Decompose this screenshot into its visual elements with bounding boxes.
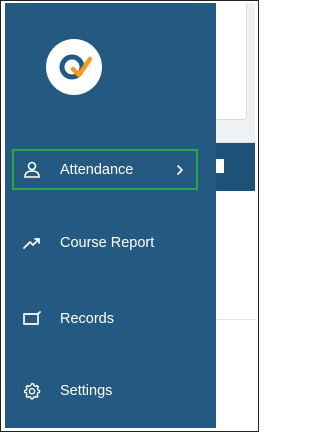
header-tab-marker <box>216 159 224 173</box>
folder-icon <box>23 311 41 325</box>
card-header-strip <box>216 143 255 191</box>
content-card <box>216 142 255 428</box>
app-logo[interactable] <box>46 39 102 95</box>
sidebar-item-records[interactable]: Records <box>5 299 216 339</box>
main-content <box>216 3 255 428</box>
top-card <box>216 3 247 120</box>
divider <box>216 319 255 320</box>
sidebar-item-course-report[interactable]: Course Report <box>5 223 216 263</box>
sidebar-item-label: Records <box>60 311 114 327</box>
sidebar-item-label: Settings <box>60 383 113 399</box>
trend-up-icon <box>23 238 40 249</box>
sidebar: Attendance Course Report Records Setting… <box>5 3 216 428</box>
sidebar-item-label: Attendance <box>60 161 134 178</box>
sidebar-item-attendance[interactable]: Attendance <box>12 149 198 190</box>
sidebar-item-settings[interactable]: Settings <box>5 371 216 411</box>
sidebar-item-label: Course Report <box>60 235 155 251</box>
gear-icon <box>23 382 41 400</box>
chevron-right-icon <box>177 164 183 175</box>
q-check-logo-icon <box>59 54 93 80</box>
person-icon <box>24 161 40 178</box>
